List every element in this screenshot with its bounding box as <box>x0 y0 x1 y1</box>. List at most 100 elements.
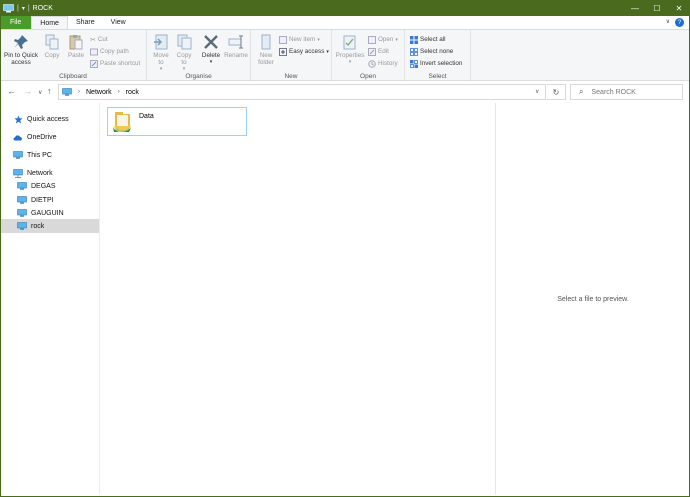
move-to-icon <box>154 34 168 50</box>
computer-icon <box>17 209 27 218</box>
new-item-button[interactable]: New item ▾ <box>279 35 320 44</box>
rename-label: Rename <box>224 52 248 59</box>
address-bar[interactable]: › Network › rock <box>58 84 546 100</box>
new-folder-button[interactable]: New folder <box>255 34 277 66</box>
tab-file[interactable]: File <box>0 16 32 29</box>
select-none-button[interactable]: Select none <box>410 47 453 56</box>
pin-icon <box>14 35 28 49</box>
customize-toolbar-chevron-icon[interactable]: ▾ <box>22 5 25 12</box>
search-icon: ⌕ <box>579 87 584 96</box>
forward-arrow-icon[interactable]: → <box>23 86 32 96</box>
navigation-pane: Quick access OneDrive This PC Network DE… <box>0 103 100 494</box>
open-button[interactable]: Open ▾ <box>368 35 398 44</box>
invert-selection-button[interactable]: Invert selection <box>410 59 462 68</box>
copy-path-label: Copy path <box>100 48 129 55</box>
nav-label-network: Network <box>27 169 53 177</box>
paste-label: Paste <box>67 52 85 59</box>
history-label: History <box>378 60 398 67</box>
search-box[interactable]: ⌕ Search ROCK <box>570 84 683 100</box>
breadcrumb-network[interactable]: Network <box>86 89 112 96</box>
history-button[interactable]: History <box>368 59 398 68</box>
copy-path-button[interactable]: Copy path <box>90 47 129 56</box>
computer-icon <box>17 222 27 231</box>
new-folder-icon <box>261 34 271 50</box>
breadcrumb-rock[interactable]: rock <box>126 89 139 96</box>
toolbar-divider: | <box>17 4 19 12</box>
quick-access-toolbar: | ▾ | <box>0 0 30 16</box>
nav-label-quick-access: Quick access <box>27 115 69 123</box>
nav-item-degas[interactable]: DEGAS <box>0 179 99 193</box>
ribbon-collapse-chevron-icon[interactable]: ∨ <box>666 18 670 25</box>
maximize-button[interactable]: ☐ <box>646 0 668 16</box>
nav-item-dietpi[interactable]: DIETPI <box>0 193 99 207</box>
properties-icon <box>343 35 356 50</box>
toolbar-divider: | <box>27 4 30 12</box>
easy-access-icon <box>279 47 287 56</box>
pc-icon <box>13 151 23 160</box>
copy-button[interactable]: Copy <box>42 34 62 59</box>
select-none-label: Select none <box>420 48 454 55</box>
pin-label-2: access <box>11 59 31 66</box>
help-icon[interactable]: ? <box>675 18 684 27</box>
nav-label-dietpi: DIETPI <box>31 196 54 204</box>
search-placeholder: Search ROCK <box>591 88 636 96</box>
nav-item-quick-access[interactable]: Quick access <box>0 112 99 126</box>
preview-pane: Select a file to preview. <box>495 103 690 494</box>
paste-button[interactable]: Paste <box>65 34 87 59</box>
copy-icon <box>45 34 59 50</box>
invert-selection-label: Invert selection <box>420 60 463 67</box>
address-dropdown-chevron-icon[interactable]: ∨ <box>535 88 539 95</box>
rename-button[interactable]: Rename <box>223 34 249 59</box>
paste-shortcut-button[interactable]: Paste shortcut <box>90 59 140 68</box>
properties-label: Properties <box>335 52 365 59</box>
up-arrow-icon[interactable]: ↑ <box>47 86 52 96</box>
easy-access-button[interactable]: Easy access ▾ <box>279 47 329 56</box>
move-to-button[interactable]: Move to ▾ <box>151 34 171 73</box>
paste-icon <box>69 35 83 50</box>
clipboard-group: Pin to Quick access Copy Paste ✂ Cut Cop… <box>0 30 147 81</box>
delete-button[interactable]: Delete ▾ <box>200 34 222 66</box>
back-arrow-icon[interactable]: ← <box>7 86 16 96</box>
new-item-chevron-icon: ▾ <box>317 36 320 43</box>
properties-button[interactable]: Properties ▾ <box>334 34 366 66</box>
select-all-button[interactable]: Select all <box>410 35 446 44</box>
network-location-icon <box>62 88 72 96</box>
rename-icon <box>228 35 243 49</box>
open-group-label: Open <box>360 73 376 80</box>
history-icon <box>368 59 376 68</box>
copy-to-label-2: to <box>181 59 187 66</box>
nav-item-rock[interactable]: rock <box>0 219 99 233</box>
title-bar: | ▾ | ROCK — ☐ ✕ <box>0 0 690 16</box>
minimize-button[interactable]: — <box>624 0 646 16</box>
explorer-pc-icon[interactable] <box>3 3 14 13</box>
new-group: New folder New item ▾ Easy access ▾ New <box>251 30 332 81</box>
navigation-bar: ← → ∨ ↑ › Network › rock ∨ ↻ ⌕ Search RO… <box>0 81 690 103</box>
nav-item-gauguin[interactable]: GAUGUIN <box>0 206 99 220</box>
pin-label: Pin to Quick <box>4 52 38 59</box>
new-folder-label-2: folder <box>258 59 274 66</box>
move-to-chevron-icon: ▾ <box>159 66 163 72</box>
file-list: Data <box>101 103 495 494</box>
open-icon <box>368 35 376 44</box>
tab-home[interactable]: Home <box>31 16 68 29</box>
open-group: Properties ▾ Open ▾ Edit History Open <box>332 30 405 81</box>
select-group-label: Select <box>428 73 447 80</box>
easy-access-label: Easy access <box>289 48 325 55</box>
folder-tile-data[interactable]: Data <box>107 107 247 136</box>
tab-share[interactable]: Share <box>68 16 103 29</box>
nav-item-network[interactable]: Network <box>0 166 99 180</box>
cut-button[interactable]: ✂ Cut <box>90 35 108 44</box>
edit-button[interactable]: Edit <box>368 47 389 56</box>
pin-to-quick-access-button[interactable]: Pin to Quick access <box>3 34 39 66</box>
cloud-icon <box>13 133 23 142</box>
open-chevron-icon: ▾ <box>395 36 398 43</box>
refresh-button[interactable]: ↻ <box>547 84 566 100</box>
nav-item-onedrive[interactable]: OneDrive <box>0 130 99 144</box>
copy-to-button[interactable]: Copy to ▾ <box>174 34 194 73</box>
tab-view[interactable]: View <box>103 16 134 29</box>
nav-item-this-pc[interactable]: This PC <box>0 148 99 162</box>
copy-to-icon <box>177 34 192 50</box>
recent-locations-chevron-icon[interactable]: ∨ <box>38 89 42 96</box>
properties-chevron-icon: ▾ <box>348 59 352 65</box>
close-button[interactable]: ✕ <box>668 0 690 16</box>
